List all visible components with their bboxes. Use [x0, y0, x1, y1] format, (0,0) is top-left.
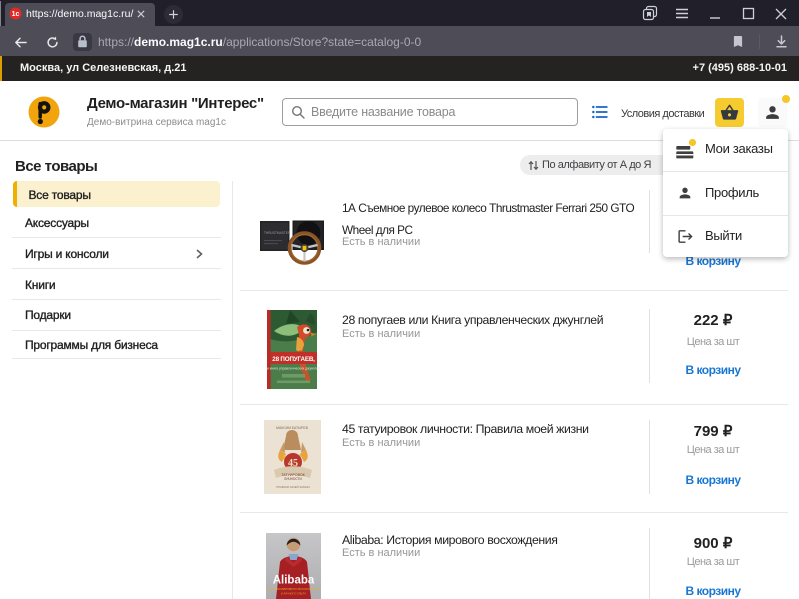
svg-text:И ЛИЧНОГО ОПЫТА: И ЛИЧНОГО ОПЫТА — [281, 592, 306, 596]
svg-text:ИСТОРИЯ МИРОВОГО ВОСХОЖДЕНИЯ: ИСТОРИЯ МИРОВОГО ВОСХОЖДЕНИЯ — [266, 587, 321, 591]
svg-text:ПРАВИЛА МОЕЙ ЖИЗНИ: ПРАВИЛА МОЕЙ ЖИЗНИ — [276, 485, 309, 489]
svg-text:МАКСИМ БАТЫРЕВ: МАКСИМ БАТЫРЕВ — [276, 426, 308, 430]
svg-text:и книга управленческих джунгле: и книга управленческих джунглей — [267, 367, 320, 371]
svg-text:Alibaba: Alibaba — [273, 575, 315, 587]
svg-text:28 ПОПУГАЕВ,: 28 ПОПУГАЕВ, — [272, 356, 315, 363]
svg-text:ЛИЧНОСТИ: ЛИЧНОСТИ — [284, 477, 302, 481]
svg-text:1c: 1c — [12, 11, 20, 18]
svg-text:THRUSTMASTER: THRUSTMASTER — [264, 231, 291, 235]
